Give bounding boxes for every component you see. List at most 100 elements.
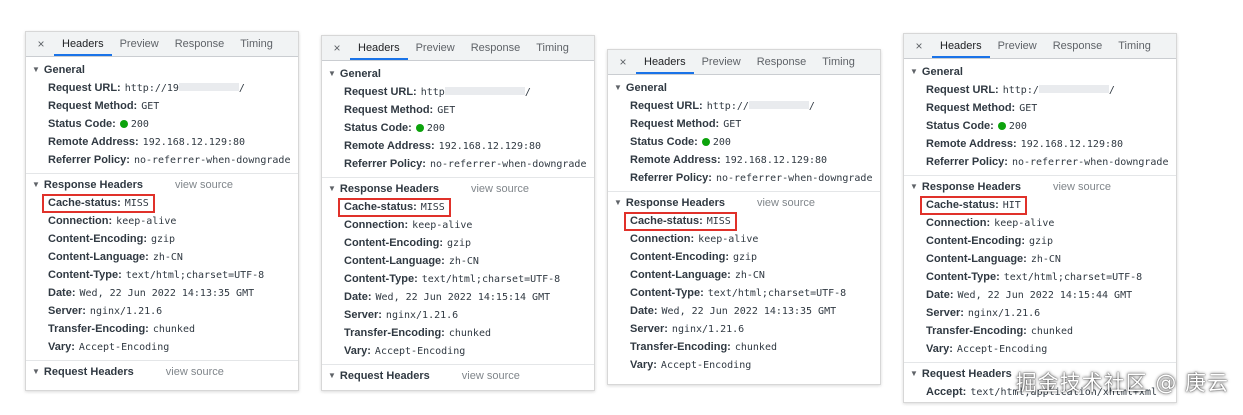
tab-response[interactable]: Response: [1045, 34, 1111, 58]
cache-status-row: Cache-status: MISS: [26, 194, 298, 213]
referrer-policy-row: Referrer Policy: no-referrer-when-downgra…: [904, 153, 1176, 171]
tab-preview[interactable]: Preview: [694, 50, 749, 74]
tab-bar: × Headers Preview Response Timing: [322, 36, 594, 61]
transfer-encoding-row: Transfer-Encoding: chunked: [322, 324, 594, 342]
header-value: zh-CN: [734, 270, 765, 281]
view-source-link[interactable]: view source: [471, 180, 529, 198]
header-key: Request URL:: [344, 86, 417, 98]
divider: [904, 362, 1176, 363]
header-key: Content-Language:: [630, 269, 731, 281]
view-source-link[interactable]: view source: [175, 176, 233, 194]
tab-preview[interactable]: Preview: [408, 36, 463, 60]
response-headers-title: Response Headers: [921, 181, 1021, 193]
header-value: 200: [701, 137, 731, 148]
content-language-row: Content-Language: zh-CN: [904, 250, 1176, 268]
header-key: Content-Encoding:: [630, 251, 729, 263]
header-key: Request Method:: [48, 100, 138, 112]
tab-timing[interactable]: Timing: [1110, 34, 1159, 58]
redacted-url: [1038, 85, 1109, 93]
tab-response[interactable]: Response: [167, 32, 233, 56]
tab-timing[interactable]: Timing: [528, 36, 577, 60]
response-headers-title: Response Headers: [625, 197, 725, 209]
tab-headers[interactable]: Headers: [54, 32, 112, 56]
header-value: MISS: [124, 198, 149, 209]
header-value: Accept-Encoding: [956, 344, 1048, 355]
header-value: 200: [997, 121, 1027, 132]
general-section-toggle[interactable]: ▼ General: [26, 61, 298, 79]
server-row: Server: nginx/1.21.6: [26, 302, 298, 320]
request-url-row: Request URL: http:/ /: [904, 81, 1176, 99]
header-value: 200: [119, 119, 149, 130]
content-type-row: Content-Type: text/html;charset=UTF-8: [26, 266, 298, 284]
view-source-link[interactable]: view source: [462, 367, 520, 385]
connection-row: Connection: keep-alive: [608, 230, 880, 248]
close-icon[interactable]: ×: [614, 55, 632, 69]
header-value: keep-alive: [412, 220, 473, 231]
status-ok-dot-icon: [701, 138, 710, 146]
general-section-toggle[interactable]: ▼ General: [608, 79, 880, 97]
date-row: Date: Wed, 22 Jun 2022 14:15:14 GMT: [322, 288, 594, 306]
request-headers-toggle[interactable]: ▼ Request Headers view source: [26, 363, 298, 381]
header-key: Status Code:: [48, 118, 116, 130]
header-key: Status Code:: [344, 122, 412, 134]
response-headers-toggle[interactable]: ▼ Response Headers view source: [608, 194, 880, 212]
header-value: text/html;charset=UTF-8: [421, 274, 561, 285]
tab-bar: × Headers Preview Response Timing: [904, 34, 1176, 59]
header-key: Request URL:: [630, 100, 703, 112]
header-value: keep-alive: [698, 234, 759, 245]
header-key: Content-Language:: [48, 251, 149, 263]
highlight-box: Cache-status: MISS: [624, 212, 737, 231]
header-value: http /: [421, 87, 531, 98]
status-code-row: Status Code: 200: [322, 119, 594, 137]
header-key: Connection:: [630, 233, 695, 245]
request-headers-title: Request Headers: [339, 370, 430, 382]
close-icon[interactable]: ×: [910, 39, 928, 53]
tab-headers[interactable]: Headers: [350, 36, 408, 60]
tab-headers[interactable]: Headers: [636, 50, 694, 74]
tab-headers[interactable]: Headers: [932, 34, 990, 58]
close-icon[interactable]: ×: [32, 37, 50, 51]
tab-timing[interactable]: Timing: [814, 50, 863, 74]
close-icon[interactable]: ×: [328, 41, 346, 55]
general-section-toggle[interactable]: ▼ General: [322, 65, 594, 83]
view-source-link[interactable]: view source: [166, 363, 224, 381]
header-key: Content-Encoding:: [48, 233, 147, 245]
redacted-url: [444, 87, 525, 95]
tab-response[interactable]: Response: [463, 36, 529, 60]
vary-row: Vary: Accept-Encoding: [608, 356, 880, 374]
header-value: Accept-Encoding: [374, 346, 466, 357]
header-value: MISS: [706, 216, 731, 227]
status-code: 200: [712, 137, 731, 148]
triangle-down-icon: ▼: [614, 198, 622, 207]
header-key: Server:: [926, 307, 964, 319]
view-source-link[interactable]: view source: [757, 194, 815, 212]
url-suffix: /: [808, 101, 815, 112]
header-key: Content-Type:: [630, 287, 704, 299]
general-section-toggle[interactable]: ▼ General: [904, 63, 1176, 81]
tab-timing[interactable]: Timing: [232, 32, 281, 56]
header-key: Content-Language:: [926, 253, 1027, 265]
triangle-down-icon: ▼: [910, 67, 918, 76]
tab-preview[interactable]: Preview: [990, 34, 1045, 58]
triangle-down-icon: ▼: [614, 83, 622, 92]
request-headers-toggle[interactable]: ▼ Request Headers view source: [322, 367, 594, 385]
status-code: 200: [1008, 121, 1027, 132]
response-headers-toggle[interactable]: ▼ Response Headers view source: [322, 180, 594, 198]
header-value: 192.168.12.129:80: [1020, 139, 1124, 150]
response-headers-toggle[interactable]: ▼ Response Headers view source: [904, 178, 1176, 196]
url-suffix: /: [1108, 85, 1115, 96]
status-ok-dot-icon: [119, 120, 128, 128]
tab-preview[interactable]: Preview: [112, 32, 167, 56]
view-source-link[interactable]: view source: [1053, 178, 1111, 196]
tab-response[interactable]: Response: [749, 50, 815, 74]
header-key: Request Method:: [344, 104, 434, 116]
content-type-row: Content-Type: text/html;charset=UTF-8: [608, 284, 880, 302]
header-value: GET: [437, 105, 456, 116]
header-value: http:/ /: [1003, 85, 1115, 96]
header-value: 192.168.12.129:80: [438, 141, 542, 152]
header-key: Server:: [48, 305, 86, 317]
header-value: no-referrer-when-downgrade: [1011, 157, 1169, 168]
highlight-box: Cache-status: HIT: [920, 196, 1027, 215]
response-headers-toggle[interactable]: ▼ Response Headers view source: [26, 176, 298, 194]
header-value: gzip: [150, 234, 176, 245]
